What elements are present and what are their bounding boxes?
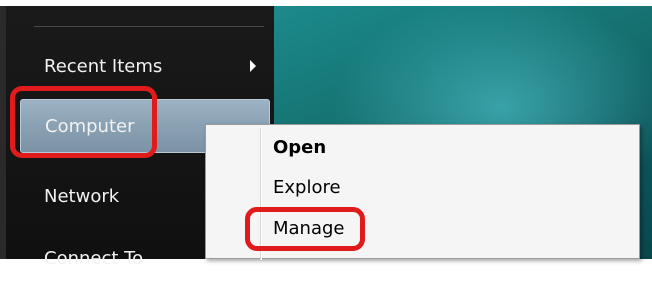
- context-item-explore[interactable]: Explore: [273, 177, 341, 198]
- start-item-label: Network: [44, 185, 120, 207]
- start-item-recent-items[interactable]: Recent Items: [20, 39, 270, 93]
- submenu-arrow-icon: [250, 60, 256, 72]
- highlight-computer-annotation: [10, 86, 157, 158]
- start-item-label: Connect To: [44, 247, 144, 269]
- start-item-label: Recent Items: [44, 55, 163, 77]
- menu-separator: [34, 26, 264, 27]
- context-item-open[interactable]: Open: [273, 137, 326, 158]
- highlight-manage-annotation: [245, 207, 365, 251]
